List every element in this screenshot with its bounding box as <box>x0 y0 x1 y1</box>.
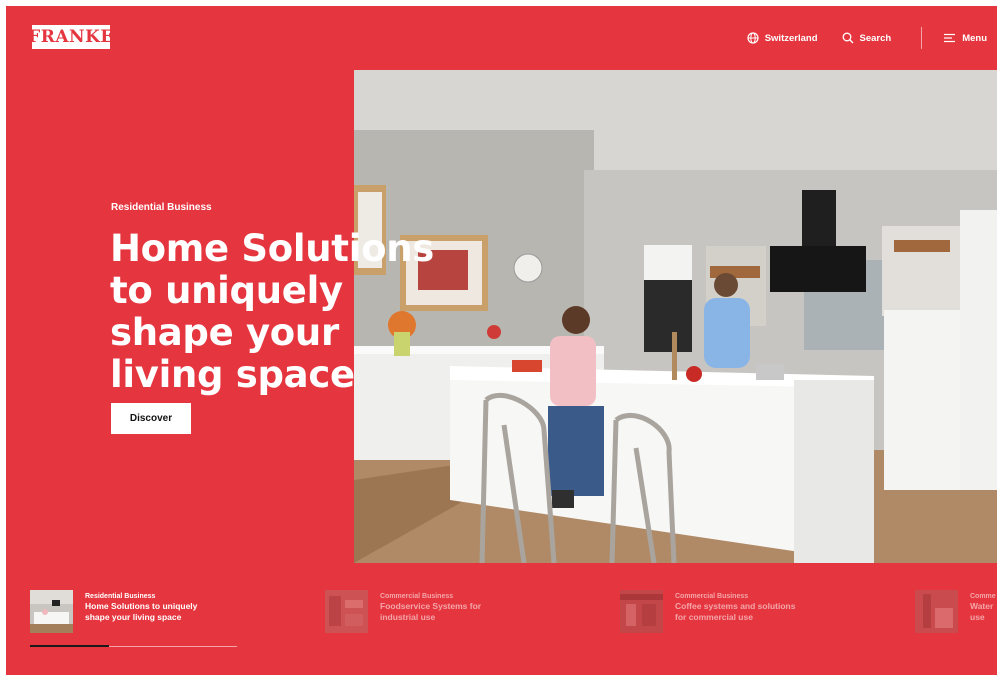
slide-title: shape your living space <box>85 611 182 622</box>
headline-line: shape your <box>110 311 339 354</box>
region-label: Switzerland <box>764 32 818 44</box>
slide-thumbnail <box>915 590 958 633</box>
slide-title: Foodservice Systems for <box>380 601 482 611</box>
page: FRANKE Switzerland Search Menu Residenti… <box>6 6 997 675</box>
slider-item-residential[interactable]: Residential Business Home Solutions to u… <box>30 590 197 635</box>
discover-button[interactable]: Discover <box>111 403 191 434</box>
slider-item-coffee[interactable]: Commercial Business Coffee systems and s… <box>620 590 795 635</box>
slide-title: use <box>970 611 985 622</box>
slider-item-water[interactable]: Comme Water use <box>915 590 996 635</box>
slider-item-foodservice[interactable]: Commercial Business Foodservice Systems … <box>325 590 481 635</box>
slide-category: Comme <box>970 593 996 600</box>
slide-title: for commercial use <box>675 611 753 622</box>
search-icon <box>842 32 853 44</box>
logo-text: FRANKE <box>28 27 114 47</box>
headline-line: Home Solutions <box>110 227 434 270</box>
slide-title: industrial use <box>380 611 436 622</box>
slider-progress-track <box>30 645 237 647</box>
search-button[interactable]: Search <box>842 32 892 44</box>
slide-title: Water <box>970 601 994 611</box>
menu-button[interactable]: Menu <box>944 33 987 44</box>
nav-divider <box>921 27 923 49</box>
slide-title: Home Solutions to uniquely <box>85 601 198 611</box>
slide-thumbnail <box>325 590 368 633</box>
slide-category: Commercial Business <box>380 593 454 600</box>
slide-title: Coffee systems and solutions <box>675 601 796 611</box>
headline-line: living space <box>110 353 355 396</box>
slide-category: Commercial Business <box>675 593 749 600</box>
slide-category: Residential Business <box>85 593 156 600</box>
headline-line: to uniquely <box>110 269 343 312</box>
slide-thumbnail <box>30 590 73 633</box>
slide-thumbnail <box>620 590 663 633</box>
slider-progress-fill <box>30 645 109 647</box>
header-nav: Switzerland Search Menu <box>747 27 987 49</box>
menu-label: Menu <box>962 32 987 44</box>
menu-icon <box>944 33 956 43</box>
franke-logo[interactable]: FRANKE <box>28 25 113 49</box>
hero-headline: Home Solutions to uniquely shape your li… <box>110 228 530 396</box>
hero-slider-nav: Residential Business Home Solutions to u… <box>30 590 997 640</box>
globe-icon <box>747 32 759 44</box>
hero-eyebrow: Residential Business <box>111 202 212 213</box>
search-label: Search <box>859 32 892 44</box>
region-selector[interactable]: Switzerland <box>747 32 818 44</box>
